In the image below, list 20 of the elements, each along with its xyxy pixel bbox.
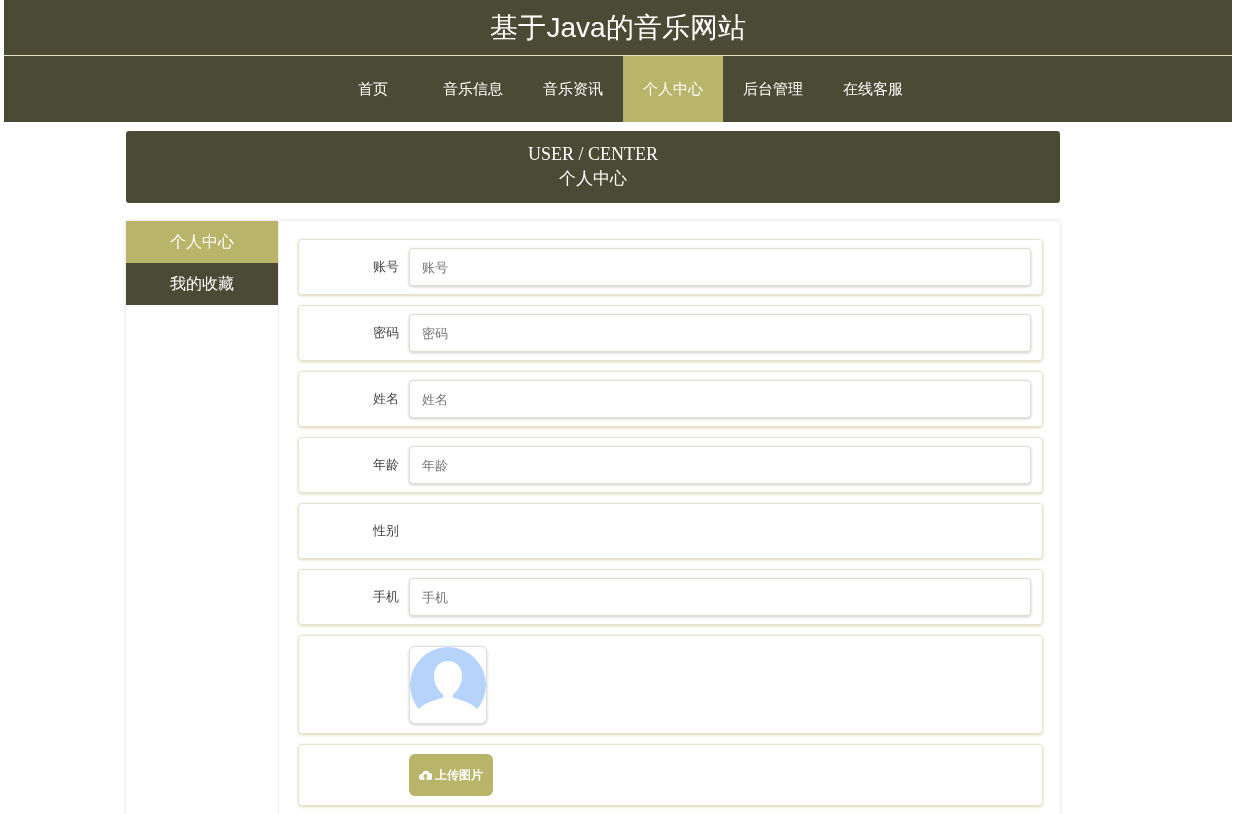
field-label: 年龄 [373,457,399,472]
field-label: 密码 [373,325,399,340]
field-label: 账号 [373,259,399,274]
nav-item[interactable]: 音乐信息 [423,56,523,122]
input-field[interactable]: 密码 [409,314,1031,352]
field-label: 性别 [373,523,399,538]
banner-subtitle: 个人中心 [559,168,627,190]
field-label: 姓名 [373,391,399,406]
field-label: 手机 [373,589,399,604]
input-field[interactable]: 账号 [409,248,1031,286]
nav-item[interactable]: 音乐资讯 [523,56,623,122]
input-field[interactable]: 姓名 [409,380,1031,418]
input-field[interactable]: 手机 [409,578,1031,616]
input-field[interactable]: 年龄 [409,446,1031,484]
nav-item[interactable]: 后台管理 [723,56,823,122]
sidebar-item[interactable]: 我的收藏 [126,263,278,305]
nav-item[interactable]: 首页 [323,56,423,122]
nav-item[interactable]: 在线客服 [823,56,923,122]
site-title: 基于Java的音乐网站 [490,10,746,45]
banner-title: USER / CENTER [528,144,658,165]
